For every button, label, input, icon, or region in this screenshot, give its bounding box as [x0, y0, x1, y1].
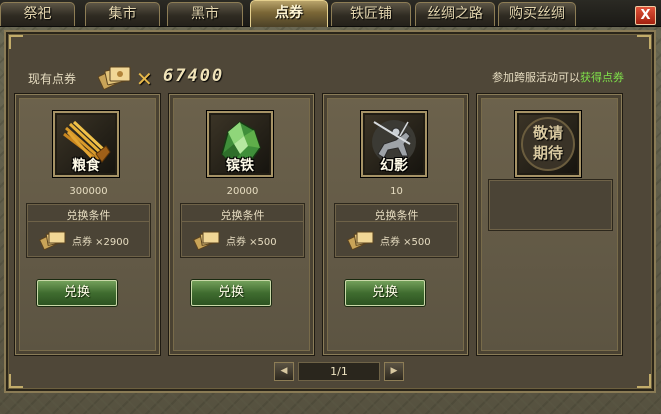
item-quantity: 300000 — [69, 186, 108, 197]
tab-sacrifice[interactable]: 祭祀 — [0, 2, 75, 26]
close-button[interactable]: X — [635, 6, 656, 25]
item-name: 镔铁 — [226, 158, 254, 174]
item-slot[interactable]: 镔铁 — [207, 111, 273, 177]
tab-bar: 祭祀 集市 黑市 点券 铁匠铺 丝绸之路 购买丝绸 X — [0, 0, 661, 27]
tab-label: 丝绸之路 — [427, 6, 483, 22]
coupon-balance: 现有点券 ✕ 67400 — [28, 62, 238, 92]
next-page-button[interactable]: ▶ — [384, 362, 404, 381]
times-icon: ✕ — [136, 67, 153, 91]
item-slot[interactable]: 粮食 — [53, 111, 119, 177]
exchange-conditions: 兑换条件 点券 ×2900 — [26, 203, 151, 258]
divider — [336, 221, 457, 222]
tab-black-market[interactable]: 黑市 — [167, 2, 243, 26]
promo-label: 参加跨服活动可以 — [492, 71, 580, 84]
item-quantity: 20000 — [226, 186, 259, 197]
empty-conditions — [488, 179, 613, 231]
tab-blacksmith[interactable]: 铁匠铺 — [331, 2, 411, 26]
exchange-conditions: 兑换条件 点券 ×500 — [180, 203, 305, 258]
prev-page-button[interactable]: ◀ — [274, 362, 294, 381]
divider — [182, 221, 303, 222]
get-coupons-link[interactable]: 获得点券 — [580, 71, 624, 84]
item-name: 粮食 — [72, 158, 100, 174]
exchange-card-grain: 粮食 300000 兑换条件 点券 ×2900 兑换 — [14, 93, 161, 356]
tab-label: 购买丝绸 — [509, 6, 565, 22]
coupon-icon — [346, 228, 375, 253]
exchange-card-phantom: 幻影 10 兑换条件 点券 ×500 兑换 — [322, 93, 469, 356]
tab-coupons[interactable]: 点券 — [250, 0, 328, 27]
corner-ornament — [9, 35, 23, 49]
tab-label: 铁匠铺 — [350, 6, 392, 22]
item-quantity: 10 — [390, 186, 403, 197]
item-name: 幻影 — [380, 158, 408, 174]
coupon-shop-panel: 现有点券 ✕ 67400 参加跨服活动可以获得点券 粮食 300000 兑换条件… — [4, 30, 656, 393]
page-indicator: 1/1 — [298, 362, 380, 381]
tab-label: 黑市 — [191, 6, 219, 22]
coming-soon-text: 敬请 期待 — [532, 124, 563, 162]
item-slot[interactable]: 幻影 — [361, 111, 427, 177]
divider — [28, 221, 149, 222]
corner-ornament — [637, 35, 651, 49]
corner-ornament — [9, 374, 23, 388]
close-icon: X — [640, 8, 651, 23]
coupon-icon — [97, 62, 132, 93]
coupon-icon — [192, 228, 221, 253]
exchange-cost: 点券 ×500 — [226, 237, 277, 248]
exchange-card-coming-soon: 敬请 期待 — [476, 93, 623, 356]
coupon-balance-label: 现有点券 — [28, 72, 77, 86]
exchange-button[interactable]: 兑换 — [345, 280, 425, 306]
tab-label: 祭祀 — [23, 6, 52, 22]
exchange-button[interactable]: 兑换 — [37, 280, 117, 306]
tab-label: 集市 — [108, 6, 137, 22]
prev-arrow-icon: ◀ — [280, 366, 288, 376]
promo-text: 参加跨服活动可以获得点券 — [492, 69, 624, 85]
corner-ornament — [637, 374, 651, 388]
tab-buy-silk[interactable]: 购买丝绸 — [498, 2, 576, 26]
exchange-card-iron: 镔铁 20000 兑换条件 点券 ×500 兑换 — [168, 93, 315, 356]
exchange-conditions: 兑换条件 点券 ×500 — [334, 203, 459, 258]
next-arrow-icon: ▶ — [390, 366, 398, 376]
coupon-icon — [38, 228, 67, 253]
exchange-cost: 点券 ×500 — [380, 237, 431, 248]
tab-label: 点券 — [275, 5, 303, 21]
item-slot: 敬请 期待 — [515, 111, 581, 177]
tab-market[interactable]: 集市 — [85, 2, 160, 26]
exchange-button[interactable]: 兑换 — [191, 280, 271, 306]
coupon-amount: 67400 — [163, 66, 225, 86]
tab-silk-road[interactable]: 丝绸之路 — [415, 2, 495, 26]
exchange-cost: 点券 ×2900 — [72, 237, 130, 248]
